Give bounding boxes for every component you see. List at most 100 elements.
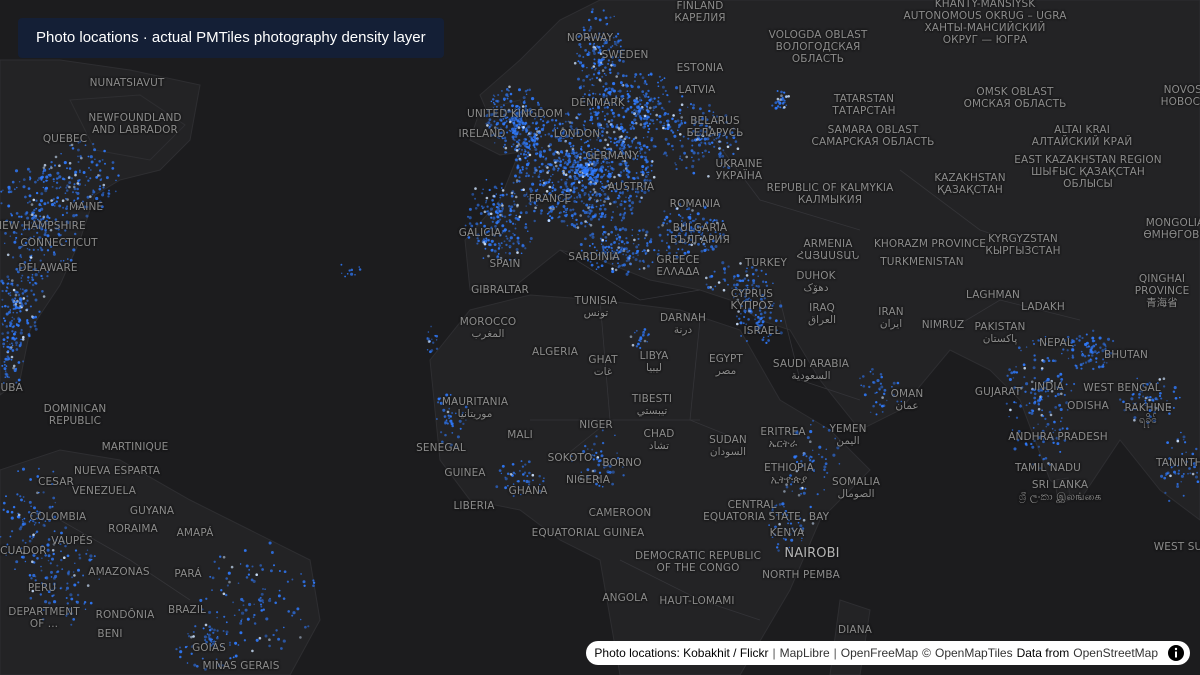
label-samara: SAMARA OBLAST САМАРСКАЯ ОБЛАСТЬ [812, 124, 935, 148]
label-line: درنة [673, 324, 693, 336]
maplibre-link[interactable]: MapLibre [780, 646, 830, 660]
label-line: REPUBLIC OF KALMYKIA [766, 182, 894, 194]
label-line: پاکستان [982, 333, 1018, 345]
label-chad: CHAD تشاد [644, 428, 675, 452]
label-ladakh: LADAKH [1021, 301, 1065, 313]
openfreemap-link[interactable]: OpenFreeMap [841, 646, 918, 660]
label-department: DEPARTMENT OF ... [8, 606, 79, 630]
label-omsk: OMSK OBLAST ОМСКАЯ ОБЛАСТЬ [964, 86, 1067, 110]
label-line: ရခိုင် [1138, 414, 1158, 426]
label-vologda: VOLOGDA OBLAST ВОЛОГОДСКАЯ ОБЛАСТЬ [769, 29, 868, 65]
label-line: الصومال [837, 488, 875, 500]
label-guinea: GUINEA [444, 467, 485, 479]
label-line: QUEBEC [42, 133, 88, 145]
label-line: EQUATORIA STATE [703, 511, 801, 523]
label-line: SAMARA OBLAST [827, 124, 919, 136]
label-oman: OMAN عمان [891, 388, 924, 412]
label-kenya: KENYA [770, 527, 805, 539]
label-line: LIBYA [639, 350, 669, 362]
label-line: TAMIL NADU [1015, 462, 1081, 474]
label-line: ERITREA [760, 426, 806, 438]
label-iran: IRAN ایران [878, 306, 903, 330]
label-nunatsiavut: NUNATSIAVUT [90, 77, 165, 89]
openmaptiles-link[interactable]: OpenMapTiles [935, 646, 1013, 660]
label-line: MALI [507, 429, 533, 441]
label-odisha: ODISHA [1067, 400, 1109, 412]
label-nepal: NEPAL [1039, 337, 1073, 349]
label-line: GUYANA [129, 505, 175, 517]
label-nigeria: NIGERIA [566, 474, 610, 486]
label-east-kazakhstan: EAST KAZAKHSTAN REGION ШЫҒЫС ҚАЗАҚСТАН ОБЛ… [1014, 154, 1161, 190]
label-goias: GOIÁS [192, 642, 226, 654]
label-nimruz: NIMRUZ [922, 319, 965, 331]
label-line: ШЫҒЫС ҚАЗАҚСТАН [1031, 166, 1145, 178]
label-line: NUNATSIAVUT [89, 77, 165, 89]
label-darnah: DARNAH درنة [660, 312, 706, 336]
label-ecuador: ECUADOR [0, 545, 47, 557]
label-line: EGYPT [709, 353, 743, 365]
label-line: DENMARK [571, 97, 625, 109]
label-line: TIBESTI [631, 393, 673, 405]
info-icon[interactable] [1166, 643, 1186, 663]
label-line: ኤርትራ [768, 438, 798, 450]
label-line: SARDINIA [568, 251, 620, 263]
label-pakistan: PAKISTAN پاکستان [975, 321, 1026, 345]
label-new-hampshire: NEW HAMPSHIRE [0, 220, 86, 232]
label-line: ОБЛАСТЬ [791, 53, 845, 65]
label-west-sumatra: WEST SU [1154, 541, 1200, 553]
label-drc: DEMOCRATIC REPUBLIC OF THE CONGO [635, 550, 761, 574]
label-tibesti: TIBESTI تيبستي [632, 393, 672, 417]
label-line: GUINEA [444, 467, 486, 479]
label-line: BHUTAN [1103, 349, 1149, 361]
label-line: السعودية [791, 370, 831, 382]
label-sardinia: SARDINIA [568, 251, 619, 263]
label-minas-gerais: MINAS GERAIS [203, 660, 280, 672]
label-line: AND LABRADOR [92, 124, 178, 136]
label-line: ՀԱՅԱՍՏԱՆ [796, 250, 860, 262]
data-from-text: Data from [1016, 646, 1070, 660]
label-line: MOROCCO [459, 316, 517, 328]
label-line: IRAN [878, 306, 904, 318]
label-cuba: CUBA [0, 382, 23, 394]
label-cesar: CESAR [38, 476, 74, 488]
label-line: تونس [583, 307, 609, 319]
label-line: MAINE [68, 201, 104, 213]
label-morocco: MOROCCO المغرب [460, 316, 517, 340]
label-line: CUBA [0, 382, 23, 394]
label-line: DIANA [838, 624, 872, 636]
label-line: IRELAND [458, 128, 506, 140]
label-line: NORTH PEMBA [762, 569, 840, 581]
label-line: GUJARAT [974, 386, 1022, 398]
label-finland: FINLAND КАРЕЛИЯ [674, 0, 725, 24]
openstreetmap-link[interactable]: OpenStreetMap [1073, 646, 1158, 660]
label-line: MONGOLIA [1145, 217, 1200, 229]
label-line: العراق [807, 314, 837, 326]
attribution-separator: | [772, 646, 776, 660]
label-qinghai: QINGHAI PROVINCE 青海省 [1135, 273, 1190, 309]
map-canvas[interactable]: FINLAND КАРЕЛИЯ KHANTY-MANSIYSK AUTONOMOUS … [0, 0, 1200, 675]
label-khanty: KHANTY-MANSIYSK AUTONOMOUS OKRUG – UGRA ХА… [903, 0, 1066, 46]
label-line: GALICIA [458, 227, 502, 239]
label-line: MARTINIQUE [101, 441, 169, 453]
label-duhok: DUHOK دهۆک [796, 270, 835, 294]
label-iraq: IRAQ العراق [808, 302, 836, 326]
label-line: PERU [27, 582, 57, 594]
label-rakhine: RAKHINE ရခိုင် [1124, 402, 1171, 426]
label-roraima: RORAIMA [108, 523, 158, 535]
label-line: КАРЕЛИЯ [674, 12, 726, 24]
label-line: RAKHINE [1124, 402, 1172, 414]
label-connecticut: CONNECTICUT [20, 237, 97, 249]
label-line: ΚΥΠΡΟΣ [730, 300, 774, 312]
label-line: WEST SU [1153, 541, 1200, 553]
label-line: GIBRALTAR [471, 284, 529, 296]
label-west-bengal: WEST BENGAL [1083, 382, 1160, 394]
label-sokoto: SOKOTO [548, 452, 593, 464]
label-line: UNITED KINGDOM [467, 108, 563, 120]
label-spain: SPAIN [490, 258, 521, 270]
label-rondonia: RONDÔNIA [96, 609, 155, 621]
label-line: RONDÔNIA [95, 609, 155, 621]
label-line: AMAPÁ [176, 527, 214, 539]
label-line: ANDHRA PRADESH [1008, 431, 1108, 443]
label-turkmenistan: TURKMENISTAN [880, 256, 963, 268]
label-yemen: YEMEN اليمن [829, 423, 866, 447]
